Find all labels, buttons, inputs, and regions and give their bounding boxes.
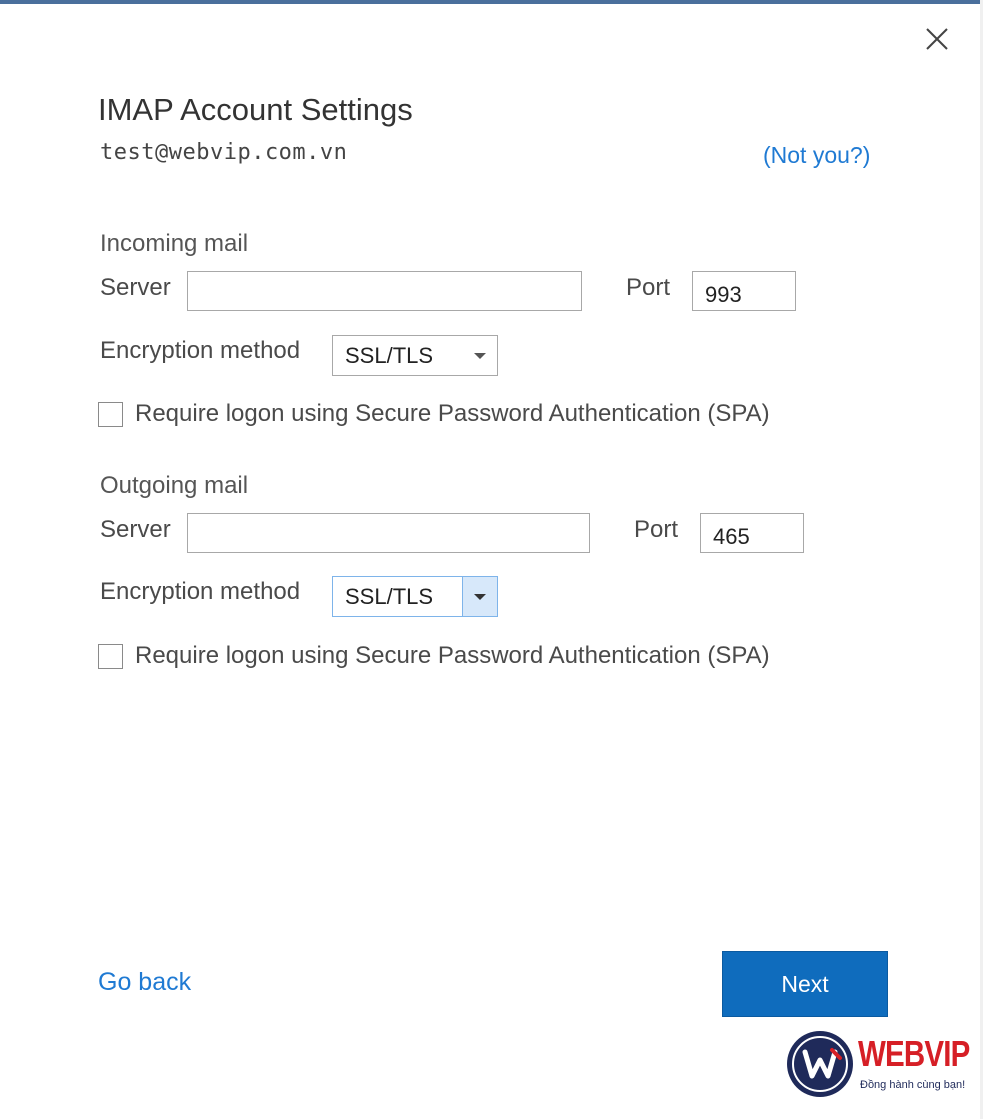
incoming-encryption-arrow[interactable]	[463, 336, 497, 375]
close-button[interactable]	[920, 22, 954, 56]
incoming-server-input[interactable]	[187, 271, 582, 311]
incoming-spa-label[interactable]: Require logon using Secure Password Auth…	[135, 400, 770, 428]
go-back-link[interactable]: Go back	[98, 968, 191, 997]
webvip-brand-text: WEBVIP	[858, 1033, 970, 1074]
outgoing-server-input[interactable]	[187, 513, 590, 553]
outgoing-encryption-value: SSL/TLS	[345, 584, 434, 609]
incoming-encryption-value: SSL/TLS	[345, 343, 434, 368]
chevron-down-icon	[474, 593, 486, 600]
outgoing-mail-heading: Outgoing mail	[100, 472, 249, 499]
outgoing-port-input[interactable]	[700, 513, 804, 553]
outgoing-spa-label[interactable]: Require logon using Secure Password Auth…	[135, 642, 770, 670]
dialog-title: IMAP Account Settings	[98, 92, 413, 127]
webvip-slogan: Đồng hành cùng bạn!	[860, 1079, 966, 1091]
incoming-port-input[interactable]	[692, 271, 796, 311]
window-top-border	[0, 0, 980, 4]
account-email: test@webvip.com.vn	[100, 140, 348, 165]
outgoing-port-label: Port	[634, 516, 679, 543]
next-button[interactable]: Next	[722, 951, 888, 1017]
incoming-spa-checkbox[interactable]	[98, 402, 123, 427]
chevron-down-icon	[474, 352, 486, 359]
incoming-encryption-select[interactable]: SSL/TLS	[332, 335, 498, 376]
outgoing-encryption-arrow[interactable]	[462, 577, 497, 616]
outgoing-encryption-label: Encryption method	[100, 578, 301, 605]
incoming-mail-heading: Incoming mail	[100, 230, 249, 257]
incoming-server-label: Server	[100, 274, 171, 301]
outgoing-server-label: Server	[100, 516, 171, 543]
window-right-border	[980, 0, 983, 1119]
outgoing-spa-checkbox[interactable]	[98, 644, 123, 669]
outgoing-encryption-select[interactable]: SSL/TLS	[332, 576, 498, 617]
incoming-encryption-label: Encryption method	[100, 337, 301, 364]
incoming-port-label: Port	[626, 274, 671, 301]
webvip-logo-icon	[787, 1031, 853, 1097]
not-you-link[interactable]: (Not you?)	[763, 142, 870, 169]
webvip-logo	[786, 1030, 854, 1098]
close-icon	[926, 28, 948, 50]
